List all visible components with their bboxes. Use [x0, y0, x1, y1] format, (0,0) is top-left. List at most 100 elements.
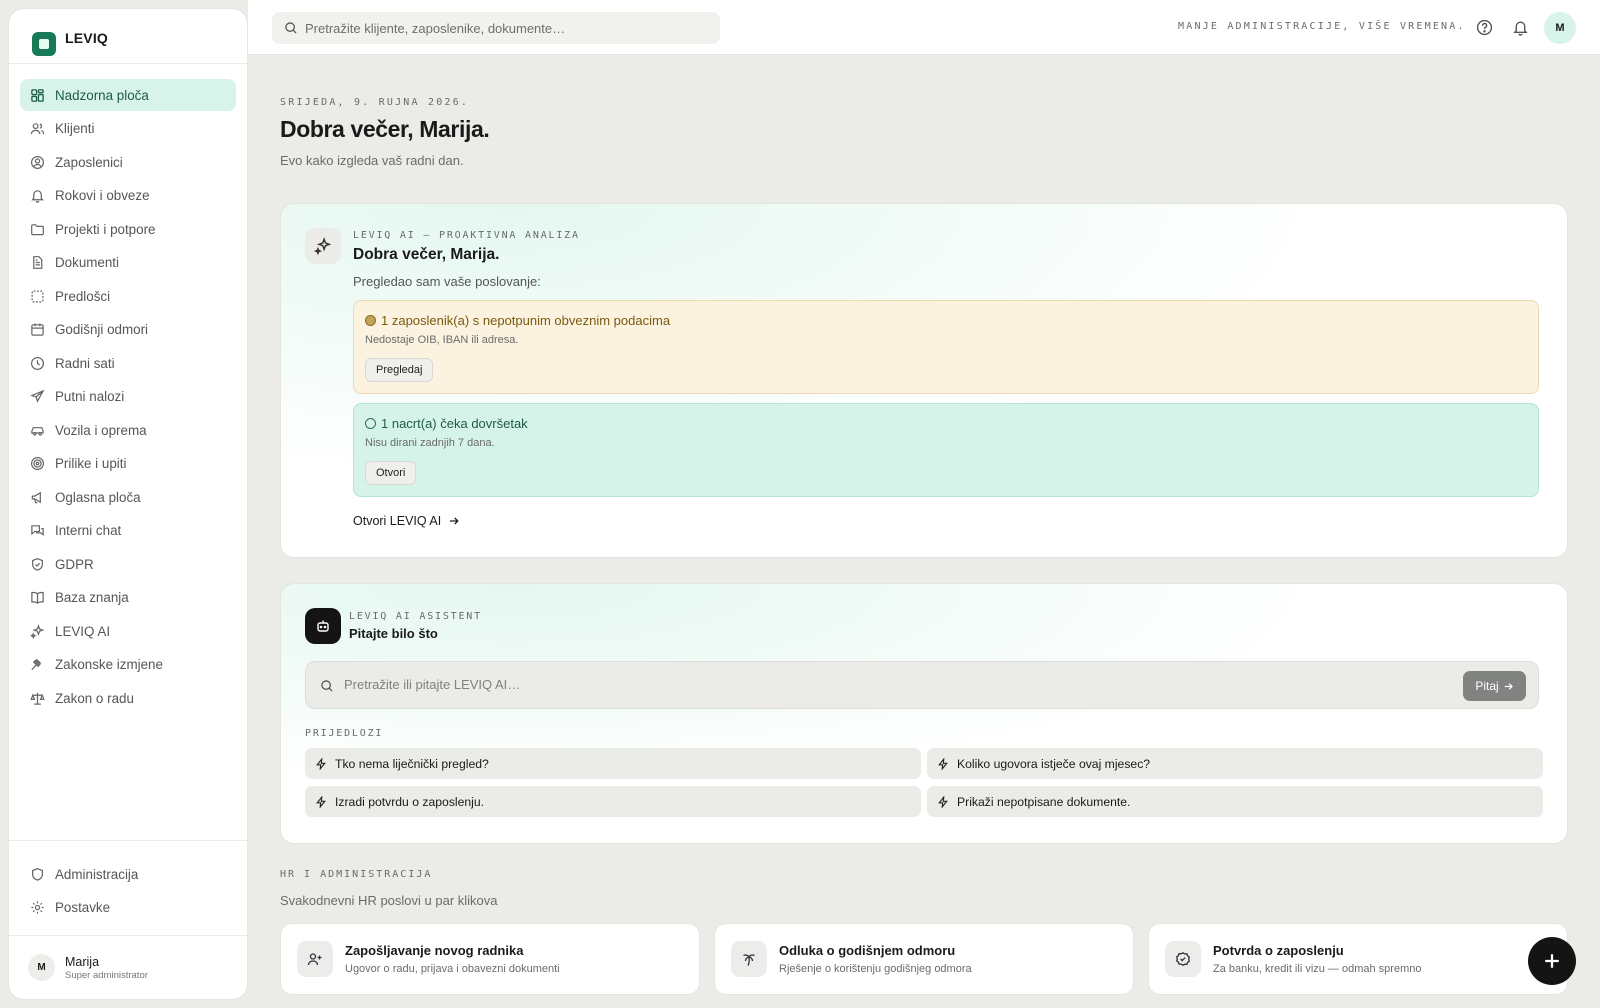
sparkles-icon: [314, 237, 332, 255]
hr-card-subtitle: Za banku, kredit ili vizu — odmah spremn…: [1213, 963, 1422, 975]
suggestion-chip[interactable]: Prikaži nepotpisane dokumente.: [927, 786, 1543, 817]
sidebar-item-employees[interactable]: Zaposlenici: [20, 146, 236, 178]
document-icon: [33, 256, 43, 269]
sidebar-item-dashboard[interactable]: Nadzorna ploča: [20, 79, 236, 111]
bolt-icon: [938, 795, 948, 808]
book-icon: [31, 591, 44, 604]
hr-card-employment-certificate[interactable]: Potvrda o zaposlenju Za banku, kredit il…: [1148, 923, 1568, 995]
suggestion-text: Tko nema liječnički pregled?: [335, 756, 489, 771]
scale-icon: [30, 692, 45, 705]
current-user[interactable]: M Marija Super administrator: [9, 935, 247, 999]
hr-card-title: Potvrda o zaposlenju: [1213, 943, 1344, 958]
sidebar-item-chat[interactable]: Interni chat: [20, 515, 236, 547]
ai-assistant-card: LEVIQ AI ASISTENT Pitajte bilo što Pretr…: [280, 583, 1568, 844]
sidebar-item-vacations[interactable]: Godišnji odmori: [20, 314, 236, 346]
sidebar-item-labor-law[interactable]: Zakon o radu: [20, 682, 236, 714]
page-subtitle: Evo kako izgleda vaš radni dan.: [280, 153, 464, 168]
bolt-icon: [316, 757, 326, 770]
hr-card-title: Zapošljavanje novog radnika: [345, 943, 524, 958]
sidebar-item-bulletin[interactable]: Oglasna ploča: [20, 481, 236, 513]
alert-title: 1 zaposlenik(a) s nepotpunim obveznim po…: [365, 313, 670, 328]
link-label: Otvori LEVIQ AI: [353, 514, 442, 528]
sidebar: LEVIQ Nadzorna ploča Klijenti Zaposlenic…: [8, 8, 248, 1000]
ai-analysis-icon: [305, 228, 341, 264]
notifications-bell-icon[interactable]: [1512, 19, 1529, 36]
sidebar-item-documents[interactable]: Dokumenti: [20, 247, 236, 279]
alert-title-text: 1 zaposlenik(a) s nepotpunim obveznim po…: [381, 313, 671, 328]
suggestion-chip[interactable]: Tko nema liječnički pregled?: [305, 748, 921, 779]
template-icon: [31, 290, 44, 302]
ai-ask-input[interactable]: Pretražite ili pitajte LEVIQ AI… Pitaj: [305, 661, 1539, 709]
suggestion-chip[interactable]: Izradi potvrdu o zaposlenju.: [305, 786, 921, 817]
avatar: M: [28, 954, 55, 981]
sidebar-item-administration[interactable]: Administracija: [20, 858, 236, 890]
sidebar-item-opportunities[interactable]: Prilike i upiti: [20, 448, 236, 480]
add-fab-button[interactable]: [1528, 937, 1576, 985]
sidebar-item-label: Interni chat: [55, 523, 122, 538]
sidebar-item-clients[interactable]: Klijenti: [20, 113, 236, 145]
sidebar-item-label: Oglasna ploča: [55, 489, 141, 505]
ask-button[interactable]: Pitaj: [1463, 671, 1526, 701]
help-icon[interactable]: [1476, 19, 1493, 36]
review-button[interactable]: Pregledaj: [365, 358, 434, 382]
sidebar-item-label: Prilike i upiti: [55, 456, 127, 471]
search-icon: [321, 680, 333, 692]
current-date: SRIJEDA, 9. RUJNA 2026.: [280, 97, 470, 108]
sidebar-item-templates[interactable]: Predlošci: [20, 280, 236, 312]
user-avatar-button[interactable]: M: [1544, 12, 1576, 44]
alert-incomplete-employees: 1 zaposlenik(a) s nepotpunim obveznim po…: [353, 300, 1539, 394]
user-meta: Marija Super administrator: [65, 955, 148, 981]
sidebar-item-knowledge-base[interactable]: Baza znanja: [20, 582, 236, 614]
sidebar-item-label: Postavke: [55, 900, 111, 915]
sidebar-item-legal-changes[interactable]: Zakonske izmjene: [20, 649, 236, 681]
sidebar-item-label: Rokovi i obveze: [55, 188, 150, 203]
check-circle-icon: [1175, 952, 1191, 966]
suggestion-text: Prikaži nepotpisane dokumente.: [957, 794, 1131, 809]
megaphone-icon: [31, 491, 41, 503]
warning-dot-icon: [365, 315, 376, 326]
suggestion-text: Izradi potvrdu o zaposlenju.: [335, 794, 485, 809]
hr-card-vacation-decision[interactable]: Odluka o godišnjem odmoru Rješenje o kor…: [714, 923, 1134, 995]
sidebar-item-label: Baza znanja: [55, 590, 129, 605]
topbar: Pretražite klijente, zaposlenike, dokume…: [248, 0, 1600, 55]
sidebar-item-projects[interactable]: Projekti i potpore: [20, 213, 236, 245]
sidebar-item-leviq-ai[interactable]: LEVIQ AI: [20, 615, 236, 647]
sidebar-item-work-hours[interactable]: Radni sati: [20, 347, 236, 379]
clock-icon: [30, 356, 45, 370]
sidebar-item-vehicles[interactable]: Vozila i oprema: [20, 414, 236, 446]
search-icon: [285, 22, 297, 34]
assistant-title: Pitajte bilo što: [349, 626, 438, 641]
sidebar-item-deadlines[interactable]: Rokovi i obveze: [20, 180, 236, 212]
tagline: MANJE ADMINISTRACIJE, VIŠE VREMENA.: [1178, 21, 1466, 32]
search-placeholder: Pretražite klijente, zaposlenike, dokume…: [305, 20, 566, 36]
ask-placeholder: Pretražite ili pitajte LEVIQ AI…: [344, 677, 521, 692]
dashboard-icon: [31, 88, 44, 102]
arrow-right-icon: [1504, 682, 1513, 690]
bolt-icon: [316, 795, 326, 808]
palm-tree-icon: [743, 954, 755, 966]
sidebar-item-label: Zaposlenici: [55, 154, 123, 170]
hr-card-subtitle: Ugovor o radu, prijava i obavezni dokume…: [345, 963, 560, 975]
sidebar-item-settings[interactable]: Postavke: [20, 892, 236, 924]
sparkles-icon: [30, 623, 45, 639]
hr-card-hiring[interactable]: Zapošljavanje novog radnika Ugovor o rad…: [280, 923, 700, 995]
calendar-icon: [31, 323, 44, 336]
user-role: Super administrator: [65, 969, 148, 981]
global-search-input[interactable]: Pretražite klijente, zaposlenike, dokume…: [272, 12, 720, 44]
shield-check-icon: [32, 557, 43, 571]
plane-icon: [30, 389, 45, 403]
open-leviq-ai-link[interactable]: Otvori LEVIQ AI: [353, 514, 460, 528]
brand[interactable]: LEVIQ: [9, 9, 247, 64]
sidebar-item-label: GDPR: [55, 556, 94, 572]
sidebar-item-travel-orders[interactable]: Putni nalozi: [20, 381, 236, 413]
suggestion-chip[interactable]: Koliko ugovora istječe ovaj mjesec?: [927, 748, 1543, 779]
target-icon: [30, 456, 45, 471]
assistant-eyebrow: LEVIQ AI ASISTENT: [349, 611, 482, 622]
ai-analysis-intro: Pregledao sam vaše poslovanje:: [353, 274, 541, 289]
open-button[interactable]: Otvori: [365, 461, 417, 485]
folder-icon: [31, 223, 44, 235]
hr-section-eyebrow: HR I ADMINISTRACIJA: [280, 869, 433, 880]
page-title: Dobra večer, Marija.: [280, 116, 490, 142]
sidebar-item-gdpr[interactable]: GDPR: [20, 548, 236, 580]
sidebar-bottom: Administracija Postavke: [9, 840, 247, 935]
